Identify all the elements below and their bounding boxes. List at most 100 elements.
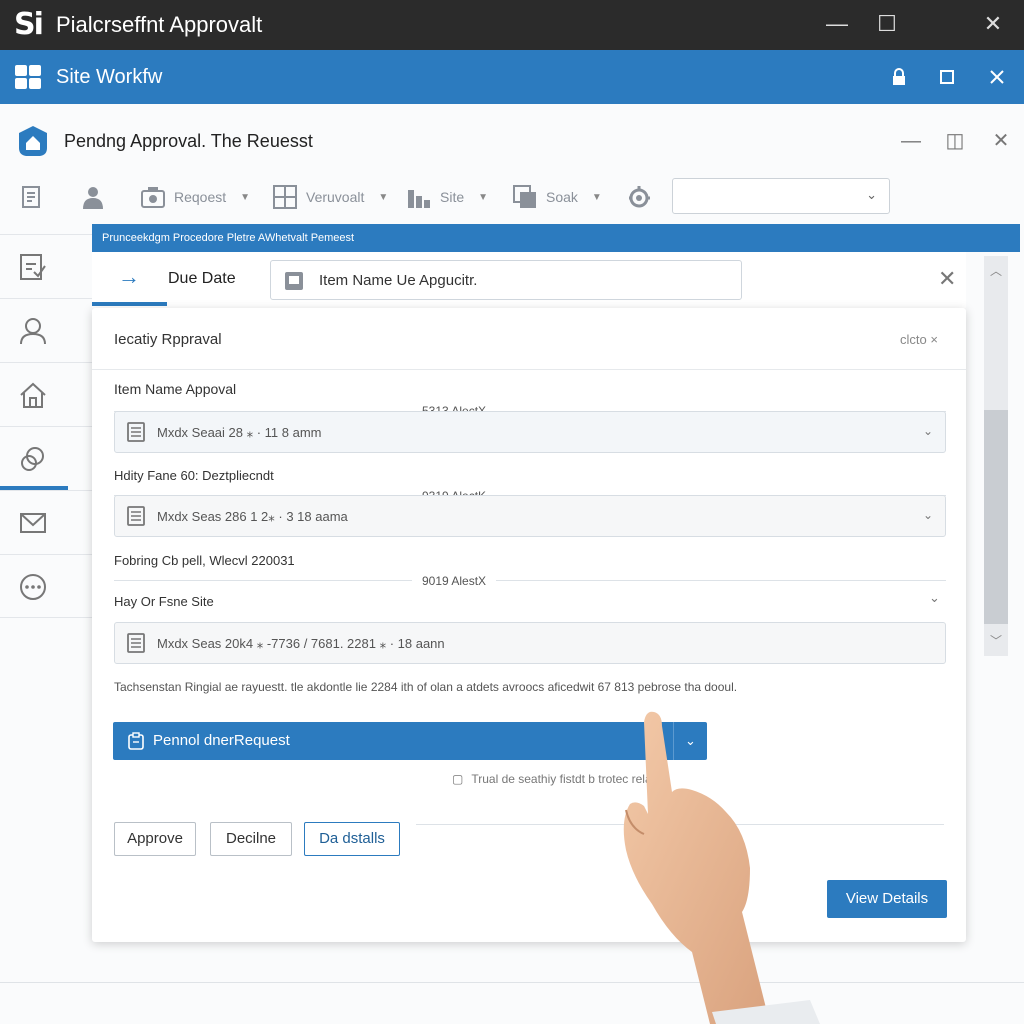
minimize-button[interactable]: — bbox=[820, 8, 854, 40]
info-icon: ▢ bbox=[452, 772, 464, 786]
toolbar-veruvoalt-label: Veruvoalt bbox=[306, 189, 365, 205]
field-value: Mxdx Seas 20k4 ⁎ -7736 / 7681. 2281 ⁎ · … bbox=[157, 636, 445, 651]
settings-icon bbox=[629, 186, 650, 208]
more-icon bbox=[20, 574, 46, 600]
arrow-right-icon: → bbox=[118, 264, 140, 289]
document-icon bbox=[127, 633, 145, 653]
rail-item-more[interactable] bbox=[0, 554, 94, 618]
rail-item-tasks[interactable] bbox=[0, 234, 94, 298]
section-label: Fobring Cb pell, Wlecvl 220031 bbox=[114, 553, 295, 568]
chevron-down-icon: ⌄ bbox=[866, 187, 877, 202]
pending-request-button[interactable]: Pennol dnerRequest ⌄ bbox=[113, 722, 707, 760]
user-icon bbox=[20, 318, 46, 345]
user-icon bbox=[83, 187, 103, 209]
chevron-down-icon: ▼ bbox=[591, 191, 602, 203]
chevron-down-icon[interactable]: ⌄ bbox=[929, 590, 940, 606]
copy-icon bbox=[513, 185, 536, 208]
toolbar-user[interactable] bbox=[80, 182, 106, 212]
item-select-field[interactable]: Mxdx Seas 20k4 ⁎ -7736 / 7681. 2281 ⁎ · … bbox=[114, 622, 946, 664]
window-title: Pialcrseffnt Approvalt bbox=[56, 12, 263, 37]
site-title: Site Workfw bbox=[56, 66, 163, 88]
document-list-icon bbox=[22, 186, 40, 208]
section-label: Hdity Fane 60: Deztpliecndt bbox=[114, 468, 274, 483]
site-workflow-bar: Site Workfw bbox=[0, 50, 1024, 104]
divider bbox=[0, 982, 1024, 983]
grid-app-icon[interactable] bbox=[14, 64, 42, 90]
toolbar-request-label: Reqoest bbox=[174, 189, 227, 205]
close-window-button[interactable]: ✕ bbox=[976, 8, 1010, 40]
left-nav-rail bbox=[0, 234, 94, 624]
pending-request-label: Pennol dnerRequest bbox=[153, 732, 290, 749]
item-box-icon bbox=[285, 272, 303, 290]
close-icon[interactable] bbox=[984, 64, 1010, 90]
rail-item-sync[interactable] bbox=[0, 426, 94, 490]
panel-minimize-button[interactable]: — bbox=[898, 128, 924, 154]
rail-item-profile[interactable] bbox=[0, 298, 94, 362]
dialog-header bbox=[92, 308, 966, 370]
divider bbox=[114, 580, 946, 581]
view-details-button[interactable]: View Details bbox=[827, 880, 947, 918]
toolbar-site-label: Site bbox=[440, 189, 465, 205]
close-icon[interactable]: ✕ bbox=[938, 266, 956, 292]
toolbar-dropdown[interactable]: ⌄ bbox=[672, 178, 890, 214]
field-value: Mxdx Seaai 28 ⁎ · 11 8 amm bbox=[157, 425, 322, 440]
tab-active-underline bbox=[92, 302, 167, 306]
lock-icon[interactable] bbox=[886, 64, 912, 90]
home-icon bbox=[20, 382, 46, 408]
dialog-title: Iecatiy Rppraval bbox=[114, 331, 222, 348]
hint-text: Trual de seathiy fistdt b trotec relaiod bbox=[471, 772, 668, 786]
rail-active-indicator bbox=[0, 486, 68, 490]
rail-item-home[interactable] bbox=[0, 362, 94, 426]
dialog-close-button[interactable]: clcto × bbox=[900, 332, 938, 347]
item-select-field[interactable]: Mxdx Seas 286 1 2⁎ · 3 18 aama ⌄ bbox=[114, 495, 946, 537]
panel-split-button[interactable]: ◫ bbox=[942, 128, 968, 154]
camera-icon bbox=[141, 187, 165, 208]
document-icon bbox=[127, 422, 145, 442]
scroll-thumb[interactable] bbox=[984, 410, 1008, 624]
bar-chart-icon bbox=[408, 190, 430, 208]
approve-button[interactable]: Approve bbox=[114, 822, 196, 856]
maximize-button[interactable]: ☐ bbox=[870, 8, 904, 40]
item-name-value: Item Name Ue Apgucitr. bbox=[319, 272, 478, 289]
section-label: Item Name Appoval bbox=[114, 381, 237, 397]
divider-label: 9019 AlestX bbox=[412, 574, 497, 588]
scroll-down-icon[interactable]: ﹀ bbox=[990, 632, 1002, 649]
hint-row: ▢ Trual de seathiy fistdt b trotec relai… bbox=[452, 772, 668, 786]
toolbar-site[interactable]: Site ▼ bbox=[406, 182, 488, 212]
home-shield-icon bbox=[19, 126, 47, 156]
item-name-field[interactable]: Item Name Ue Apgucitr. bbox=[270, 260, 742, 300]
chevron-down-icon: ▼ bbox=[478, 191, 489, 203]
tab-due-date[interactable]: Due Date bbox=[168, 270, 236, 288]
chevron-down-icon: ⌄ bbox=[922, 424, 933, 438]
decline-button[interactable]: Decilne bbox=[210, 822, 292, 856]
page-title: Pendng Approval. The Reuesst bbox=[64, 131, 313, 151]
window-titlebar: Si Pialcrseffnt Approvalt — ☐ ✕ bbox=[0, 0, 1024, 50]
document-icon bbox=[127, 506, 145, 526]
app-logo: Si bbox=[14, 7, 44, 42]
footnote-text: Tachsenstan Ringial ae rayuestt. tle akd… bbox=[114, 680, 738, 694]
restore-icon[interactable] bbox=[934, 64, 960, 90]
field-value: Mxdx Seas 286 1 2⁎ · 3 18 aama bbox=[157, 509, 348, 524]
toolbar-request[interactable]: Reqoest ▼ bbox=[140, 182, 250, 212]
toolbar-document-list[interactable] bbox=[20, 182, 46, 212]
panel-header-strip: Prunceekdgm Procedore Pletre AWhetvalt P… bbox=[92, 224, 1020, 252]
toolbar-settings[interactable] bbox=[626, 182, 652, 212]
panel-close-button[interactable]: ✕ bbox=[988, 128, 1014, 154]
divider bbox=[416, 824, 944, 825]
vertical-scrollbar[interactable]: ︿ ﹀ bbox=[984, 256, 1008, 656]
details-button[interactable]: Da dstalls bbox=[304, 822, 400, 856]
scroll-up-icon[interactable]: ︿ bbox=[990, 262, 1002, 279]
sync-icon bbox=[21, 447, 44, 471]
checklist-icon bbox=[20, 254, 46, 280]
item-select-field[interactable]: Mxdx Seaai 28 ⁎ · 11 8 amm ⌄ bbox=[114, 411, 946, 453]
mail-icon bbox=[20, 513, 46, 533]
grid-icon bbox=[273, 185, 297, 209]
toolbar-soak[interactable]: Soak ▼ bbox=[512, 182, 602, 212]
chevron-down-icon: ▼ bbox=[240, 191, 251, 203]
chevron-down-icon[interactable]: ⌄ bbox=[673, 722, 707, 760]
toolbar-veruvoalt[interactable]: Veruvoalt ▼ bbox=[272, 182, 388, 212]
section-label[interactable]: Hay Or Fsne Site bbox=[114, 594, 214, 609]
clipboard-icon bbox=[128, 732, 144, 750]
rail-item-mail[interactable] bbox=[0, 490, 94, 554]
toolbar-soak-label: Soak bbox=[546, 189, 578, 205]
